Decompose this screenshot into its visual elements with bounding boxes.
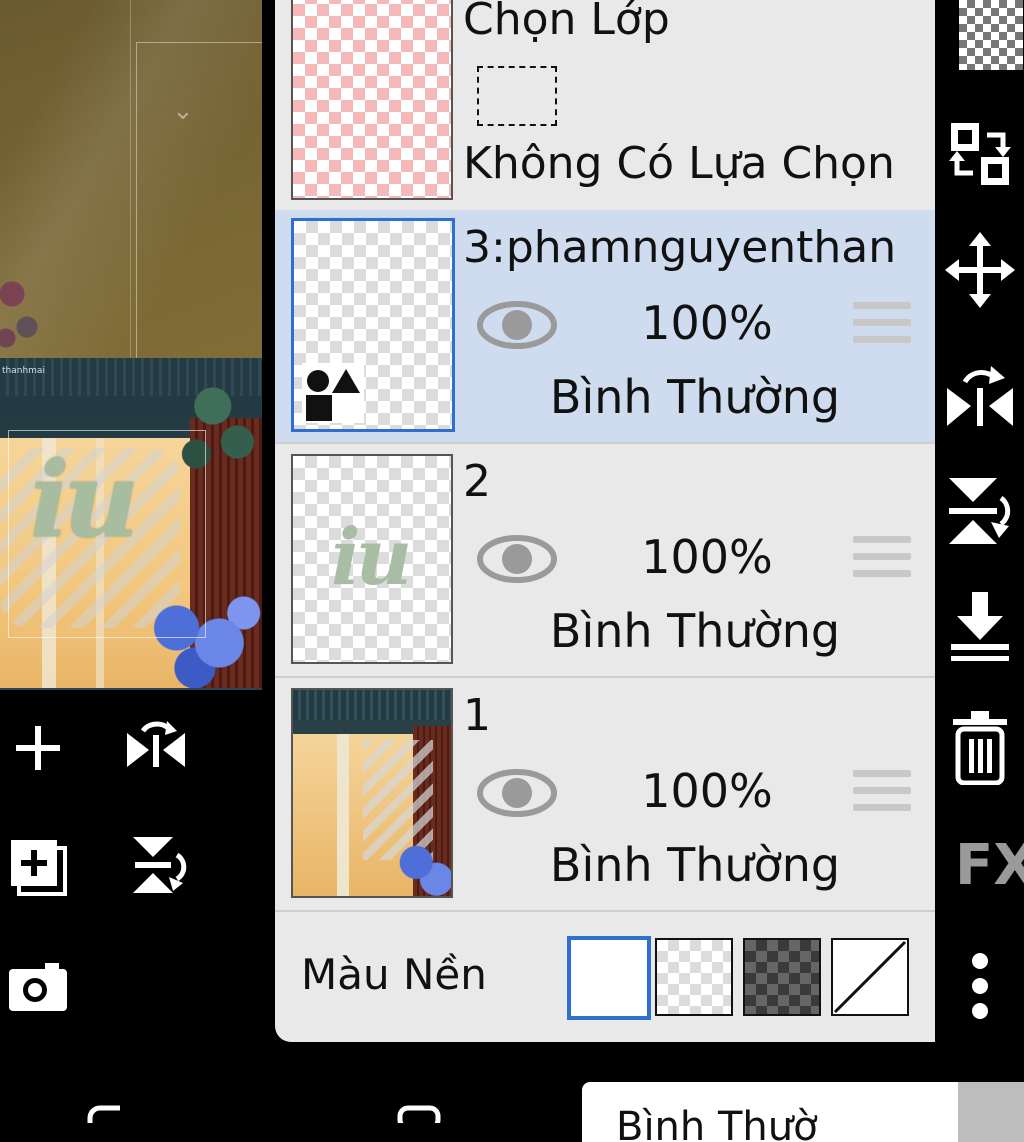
thumb-hydrangea (393, 840, 451, 896)
layer-tools-left (0, 690, 262, 1040)
move-arrows-icon (944, 232, 1015, 308)
flip-vertical-icon (133, 837, 187, 893)
flip-layer-vertical-button[interactable] (124, 832, 188, 898)
add-image-layer-button[interactable] (6, 835, 70, 899)
add-layer-button[interactable] (10, 720, 66, 776)
canvas-guide-line (130, 0, 131, 360)
add-layer-copy-icon (11, 840, 67, 896)
background-light-checker-swatch[interactable] (655, 938, 733, 1016)
layer-row[interactable]: 1 100% Bình Thường (275, 678, 935, 912)
layer-blend-mode[interactable]: Bình Thường (535, 370, 855, 424)
flip-layer-horizontal-button[interactable] (122, 718, 190, 782)
selection-status: Không Có Lựa Chọn (463, 138, 895, 189)
background-none-swatch[interactable] (831, 938, 909, 1016)
layer-row[interactable]: 3:phamnguyenthan 100% Bình Thường (275, 210, 935, 444)
thumb-roof (293, 690, 451, 720)
layer-name[interactable]: 1 (463, 690, 491, 741)
dropdown-arrow-area[interactable] (958, 1082, 1024, 1142)
visibility-eye-icon[interactable] (477, 534, 557, 584)
blend-mode-dropdown[interactable]: Bình Thườ (582, 1082, 958, 1142)
layer-row[interactable]: iu 2 100% Bình Thường (275, 444, 935, 678)
selection-layer-title: Chọn Lớp (463, 0, 670, 45)
more-vertical-icon (971, 953, 988, 1019)
text-art-preview: iu (331, 512, 412, 603)
layer-opacity[interactable]: 100% (637, 296, 777, 350)
move-layer-button[interactable] (935, 230, 1024, 310)
canvas-photo: thanhmai iu (0, 358, 262, 690)
layer-opacity[interactable]: 100% (637, 764, 777, 818)
layer-button-icon[interactable] (396, 1104, 442, 1123)
bird-icon: ⌄ (172, 96, 194, 126)
flip-horizontal-icon (127, 721, 185, 767)
transparency-button[interactable] (935, 0, 1024, 70)
layer-blend-mode[interactable]: Bình Thường (535, 838, 855, 892)
photo-watermark: thanhmai (2, 366, 45, 376)
selection-layer-row[interactable]: Chọn Lớp Không Có Lựa Chọn (275, 0, 935, 212)
trash-icon (952, 711, 1007, 785)
selection-layer-thumbnail (291, 0, 453, 200)
merge-down-icon (950, 592, 1009, 661)
overlay-text: iu (30, 438, 139, 561)
swap-layers-icon (948, 123, 1011, 185)
fx-button[interactable]: FX (935, 830, 1024, 900)
drag-handle-icon[interactable] (853, 770, 911, 816)
flip-horizontal-button[interactable] (935, 352, 1024, 432)
layer-name[interactable]: 3:phamnguyenthan (463, 222, 896, 273)
vector-layer-icon (302, 363, 364, 423)
delete-layer-button[interactable] (935, 708, 1024, 788)
thumb-pillar (337, 734, 349, 896)
canvas-area[interactable]: ⌄ thanhmai iu (0, 0, 262, 690)
visibility-eye-icon[interactable] (477, 768, 557, 818)
layer-thumbnail[interactable] (291, 688, 453, 898)
canvas-guide-box (136, 42, 262, 374)
plus-icon (16, 726, 60, 770)
undo-icon[interactable] (86, 1104, 126, 1123)
layer-opacity[interactable]: 100% (637, 530, 777, 584)
flip-vertical-button[interactable] (935, 470, 1024, 550)
merge-down-button[interactable] (935, 588, 1024, 664)
visibility-eye-icon[interactable] (477, 300, 557, 350)
camera-button[interactable] (6, 958, 70, 1014)
layer-thumbnail[interactable] (291, 218, 455, 432)
right-toolbar: FX (935, 0, 1024, 1042)
marquee-icon (477, 66, 557, 126)
layer-blend-mode[interactable]: Bình Thường (535, 604, 855, 658)
more-options-button[interactable] (935, 946, 1024, 1026)
drag-handle-icon[interactable] (853, 302, 911, 348)
swap-layer-button[interactable] (935, 118, 1024, 190)
flip-horizontal-icon (946, 366, 1013, 426)
drag-handle-icon[interactable] (853, 536, 911, 582)
checker-icon (958, 0, 1023, 70)
layers-panel: Chọn Lớp Không Có Lựa Chọn 3:phamnguyent… (275, 0, 935, 1042)
layer-thumbnail[interactable]: iu (291, 454, 453, 664)
flip-vertical-icon (948, 478, 1010, 544)
background-dark-checker-swatch[interactable] (743, 938, 821, 1016)
no-background-icon (833, 940, 907, 1014)
flower-decoration (0, 250, 60, 360)
camera-icon (9, 963, 67, 1011)
layer-name[interactable]: 2 (463, 456, 491, 507)
background-white-swatch[interactable] (567, 936, 651, 1020)
background-color-label: Màu Nền (301, 950, 487, 999)
